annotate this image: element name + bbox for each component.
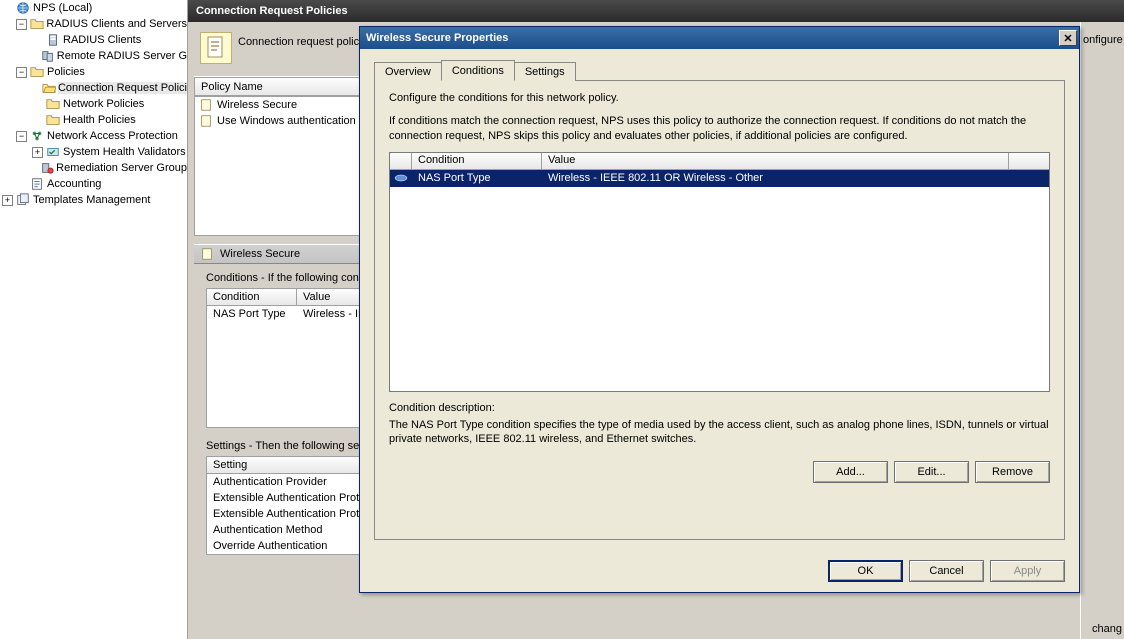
right-strip: onfigure chang	[1080, 22, 1124, 639]
apply-button[interactable]: Apply	[990, 560, 1065, 582]
expander-icon[interactable]: +	[2, 195, 13, 206]
intro-text-2: If conditions match the connection reque…	[389, 114, 1050, 144]
edit-button[interactable]: Edit...	[894, 461, 969, 483]
server-group-icon	[41, 49, 55, 63]
tab-settings[interactable]: Settings	[514, 62, 576, 81]
tree-nap[interactable]: − Network Access Protection	[0, 128, 187, 144]
remediation-icon	[40, 161, 54, 175]
ok-button[interactable]: OK	[828, 560, 903, 582]
expander-icon[interactable]: −	[16, 67, 27, 78]
value-column[interactable]: Value	[542, 153, 1009, 169]
accounting-icon	[29, 177, 45, 191]
tree-pane: NPS (Local) − RADIUS Clients and Servers…	[0, 0, 188, 639]
tree-connection-request-policies[interactable]: Connection Request Polici	[0, 80, 187, 96]
properties-dialog: Wireless Secure Properties ✕ Overview Co…	[359, 26, 1080, 593]
cancel-button[interactable]: Cancel	[909, 560, 984, 582]
truncated-text2: chang	[1092, 623, 1122, 635]
tree-templates[interactable]: + Templates Management	[0, 192, 187, 208]
nap-icon	[29, 129, 45, 143]
tree-root[interactable]: NPS (Local)	[0, 0, 187, 16]
folder-icon	[29, 65, 45, 79]
folder-icon	[45, 97, 61, 111]
condition-description-label: Condition description:	[389, 402, 1050, 414]
close-button[interactable]: ✕	[1059, 30, 1077, 46]
expander-icon[interactable]: −	[16, 131, 27, 142]
dialog-titlebar[interactable]: Wireless Secure Properties ✕	[360, 27, 1079, 49]
content-header: Connection Request Policies	[188, 0, 1124, 22]
folder-open-icon	[42, 81, 56, 95]
condition-row[interactable]: NAS Port Type Wireless - IEEE 802.11 OR …	[390, 170, 1049, 187]
tabs: Overview Conditions Settings	[374, 59, 1065, 81]
conditions-table[interactable]: Condition Value NAS Port Type Wireless -…	[389, 152, 1050, 392]
tree-remediation[interactable]: Remediation Server Group	[0, 160, 187, 176]
condition-buttons: Add... Edit... Remove	[389, 461, 1050, 483]
tree-radius-clients[interactable]: RADIUS Clients	[0, 32, 187, 48]
row-icon	[390, 173, 412, 183]
nps-icon	[15, 1, 31, 15]
description-text: Connection request polic	[238, 32, 359, 48]
tree-accounting[interactable]: Accounting	[0, 176, 187, 192]
condition-column[interactable]: Condition	[207, 289, 297, 305]
expander-icon[interactable]: −	[16, 19, 27, 30]
shv-icon	[45, 145, 61, 159]
policy-icon	[200, 247, 216, 261]
folder-icon	[29, 17, 45, 31]
spacer-column	[1009, 153, 1049, 169]
icon-column[interactable]	[390, 153, 412, 169]
tree-shv[interactable]: + System Health Validators	[0, 144, 187, 160]
tab-panel: Configure the conditions for this networ…	[374, 80, 1065, 540]
add-button[interactable]: Add...	[813, 461, 888, 483]
tree-root-label: NPS (Local)	[33, 2, 92, 14]
policy-icon	[199, 114, 215, 128]
tab-overview[interactable]: Overview	[374, 62, 442, 81]
condition-column[interactable]: Condition	[412, 153, 542, 169]
tree-health-policies[interactable]: Health Policies	[0, 112, 187, 128]
folder-icon	[45, 113, 61, 127]
tree-radius-clients-servers[interactable]: − RADIUS Clients and Servers	[0, 16, 187, 32]
remove-button[interactable]: Remove	[975, 461, 1050, 483]
dialog-title-text: Wireless Secure Properties	[366, 32, 508, 44]
templates-icon	[15, 193, 31, 207]
tree-network-policies[interactable]: Network Policies	[0, 96, 187, 112]
tab-conditions[interactable]: Conditions	[441, 60, 515, 81]
dialog-footer: OK Cancel Apply	[360, 552, 1079, 592]
intro-text-1: Configure the conditions for this networ…	[389, 91, 1050, 106]
policy-doc-icon	[200, 32, 232, 64]
truncated-text: onfigure	[1081, 22, 1124, 58]
server-icon	[45, 33, 61, 47]
policy-icon	[199, 98, 215, 112]
tree-remote-radius[interactable]: Remote RADIUS Server G	[0, 48, 187, 64]
content-title: Connection Request Policies	[196, 5, 348, 17]
tree-policies[interactable]: − Policies	[0, 64, 187, 80]
detail-title: Wireless Secure	[220, 248, 300, 260]
condition-description-text: The NAS Port Type condition specifies th…	[389, 418, 1050, 448]
expander-icon[interactable]: +	[32, 147, 43, 158]
